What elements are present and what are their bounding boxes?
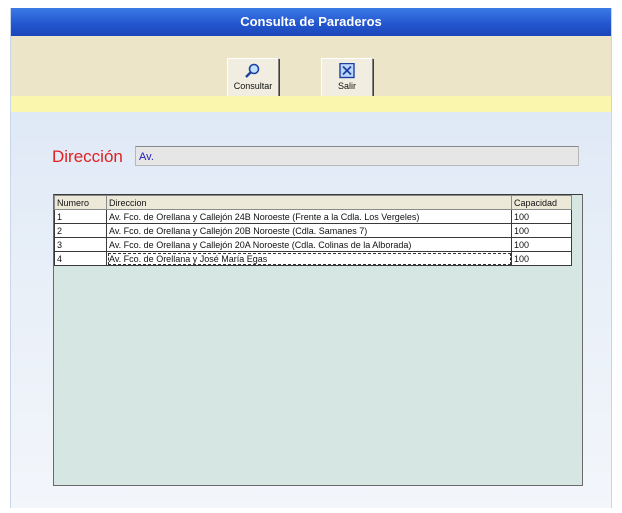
separator-band <box>11 96 611 112</box>
cell-capacidad[interactable]: 100 <box>511 237 572 252</box>
column-header-numero[interactable]: Numero <box>54 195 107 210</box>
column-header-capacidad[interactable]: Capacidad <box>511 195 572 210</box>
consultar-label: Consultar <box>233 81 273 91</box>
paraderos-table[interactable]: Numero Direccion Capacidad 1 Av. Fco. de… <box>53 194 583 486</box>
table-row[interactable]: 2 Av. Fco. de Orellana y Callejón 20B No… <box>54 223 572 238</box>
salir-label: Salir <box>337 81 356 91</box>
window-title: Consulta de Paraderos <box>11 8 611 36</box>
table-row[interactable]: 3 Av. Fco. de Orellana y Callejón 20A No… <box>54 237 572 252</box>
cell-capacidad[interactable]: 100 <box>511 209 572 224</box>
cell-capacidad[interactable]: 100 <box>511 251 572 266</box>
cell-direccion[interactable]: Av. Fco. de Orellana y Callejón 20A Noro… <box>106 237 512 252</box>
cell-numero[interactable]: 3 <box>54 237 107 252</box>
cell-numero[interactable]: 2 <box>54 223 107 238</box>
results-table: Numero Direccion Capacidad 1 Av. Fco. de… <box>54 195 572 266</box>
table-header-row: Numero Direccion Capacidad <box>54 195 572 210</box>
table-row[interactable]: 1 Av. Fco. de Orellana y Callejón 24B No… <box>54 209 572 224</box>
magnifier-icon <box>245 63 260 78</box>
column-header-direccion[interactable]: Direccion <box>106 195 512 210</box>
exit-icon <box>339 63 355 79</box>
cell-direccion[interactable]: Av. Fco. de Orellana y Callejón 24B Noro… <box>106 209 512 224</box>
cell-capacidad[interactable]: 100 <box>511 223 572 238</box>
cell-numero[interactable]: 4 <box>54 251 107 266</box>
toolbar: Consultar Salir <box>11 36 611 100</box>
direccion-label: Dirección <box>52 147 123 166</box>
consultar-button[interactable]: Consultar <box>227 58 279 100</box>
cell-direccion[interactable]: Av. Fco. de Orellana y Callejón 20B Noro… <box>106 223 512 238</box>
app-window: Consulta de Paraderos Consultar Salir Di… <box>10 8 612 508</box>
cell-direccion[interactable]: Av. Fco. de Orellana y José María Egas <box>106 251 512 266</box>
cell-numero[interactable]: 1 <box>54 209 107 224</box>
direccion-input[interactable]: Av. <box>135 146 579 166</box>
main-panel: Dirección Av. Numero Direccion Capacidad <box>11 112 611 508</box>
salir-button[interactable]: Salir <box>321 58 373 100</box>
table-row[interactable]: 4 Av. Fco. de Orellana y José María Egas… <box>54 251 572 266</box>
